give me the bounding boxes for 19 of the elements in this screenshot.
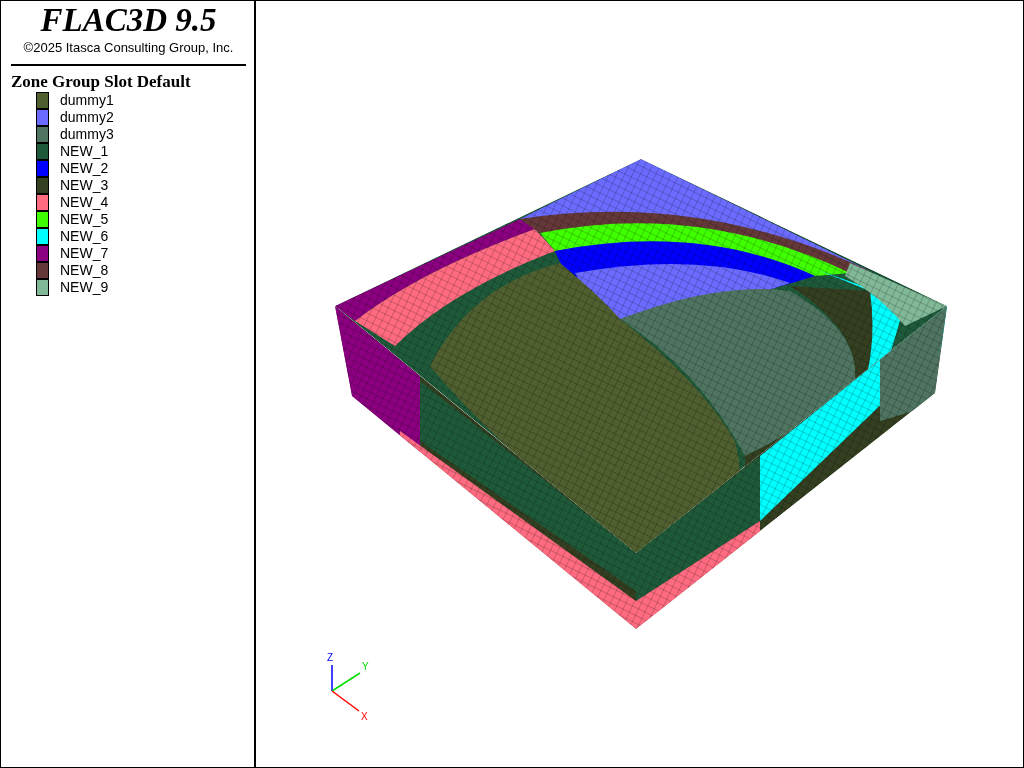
legend-label: NEW_7 xyxy=(60,245,109,262)
legend-label: NEW_4 xyxy=(60,194,109,211)
copyright-text: ©2025 Itasca Consulting Group, Inc. xyxy=(22,40,235,55)
axis-label: Y xyxy=(362,661,369,672)
legend-label: NEW_8 xyxy=(60,262,109,279)
legend-label: dummy2 xyxy=(60,109,114,126)
legend-label: NEW_2 xyxy=(60,160,109,177)
legend-label: NEW_1 xyxy=(60,143,109,160)
legend-label: NEW_9 xyxy=(60,279,109,296)
legend-label: NEW_5 xyxy=(60,211,109,228)
app-title: FLAC3D 9.5 xyxy=(39,2,218,38)
legend-title: Zone Group Slot Default xyxy=(11,72,192,92)
legend-label: NEW_3 xyxy=(60,177,109,194)
axis-label: X xyxy=(361,711,368,722)
legend-label: dummy1 xyxy=(60,92,114,109)
axis-triad-drawing xyxy=(331,664,361,712)
axis-label: Z xyxy=(327,652,334,663)
legend-label: dummy3 xyxy=(60,126,114,143)
legend-label: NEW_6 xyxy=(60,228,109,245)
